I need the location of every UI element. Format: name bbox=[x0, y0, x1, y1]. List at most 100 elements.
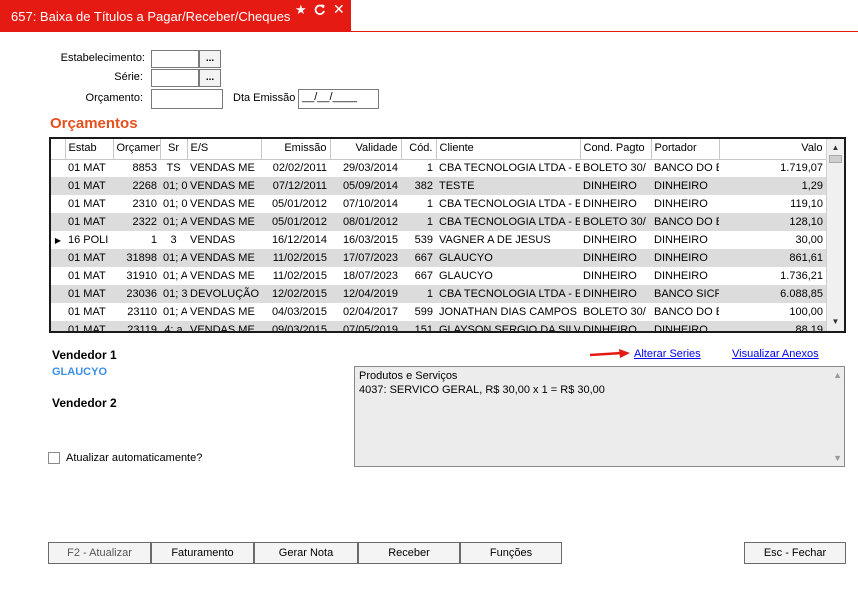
grid-cell-cliente: VAGNER A DE JESUS bbox=[439, 233, 551, 246]
grid-header-valor[interactable]: Valo bbox=[719, 139, 826, 160]
grid-cell-valor: 128,10 bbox=[719, 213, 826, 231]
grid-cell-cond-pagto: DINHEIRO bbox=[580, 177, 651, 195]
grid-header-sr[interactable]: Sr bbox=[160, 139, 188, 160]
grid-cell-estab: 01 MAT bbox=[65, 213, 113, 231]
grid-cell-valor: 6.088,85 bbox=[719, 285, 826, 303]
grid-cell-cond-pagto: DINHEIRO bbox=[580, 285, 651, 303]
faturamento-button[interactable]: Faturamento bbox=[151, 542, 254, 564]
grid-cell-portador: BANCO DO B bbox=[654, 305, 719, 318]
scroll-thumb[interactable] bbox=[829, 155, 842, 163]
grid-cell-emissao: 02/02/2011 bbox=[272, 161, 327, 174]
grid-cell-cod: 539 bbox=[414, 233, 433, 246]
serie-input[interactable] bbox=[151, 69, 199, 87]
grid-header-portador[interactable]: Portador bbox=[651, 139, 720, 160]
grid-cell-valor: 1.736,21 bbox=[780, 269, 823, 282]
grid-cell-valor: 30,00 bbox=[795, 233, 823, 246]
grid-vertical-scrollbar[interactable]: ▲ ▼ bbox=[826, 139, 844, 331]
row-indicator bbox=[51, 159, 65, 177]
grid-cell-valor: 88,19 bbox=[719, 321, 826, 331]
grid-cell-sr: 01; A bbox=[160, 213, 187, 231]
star-icon[interactable]: ★ bbox=[295, 3, 307, 16]
atualizar-checkbox[interactable] bbox=[48, 452, 60, 464]
esc-fechar-button[interactable]: Esc - Fechar bbox=[744, 542, 846, 564]
grid-cell-validade: 16/03/2015 bbox=[342, 233, 398, 246]
serie-lookup-button[interactable]: ... bbox=[199, 69, 221, 87]
grid-cell-orcamento: 23036 bbox=[113, 285, 160, 303]
grid-cell-sr: 01; A bbox=[163, 269, 187, 282]
grid-cell-cond-pagto: BOLETO 30/ bbox=[583, 161, 646, 174]
row-indicator bbox=[51, 285, 65, 303]
table-row[interactable]: 01 MAT 31898 01; A VENDAS ME 11/02/2015 17/07… bbox=[51, 249, 826, 267]
grid-cell-validade: 08/01/2012 bbox=[330, 213, 401, 231]
f2-atualizar-button[interactable]: F2 - Atualizar bbox=[48, 542, 151, 564]
table-row[interactable]: 01 MAT 2310 01; 0 VENDAS ME 05/01/2012 07/10/… bbox=[51, 195, 826, 213]
table-row[interactable]: 01 MAT 2322 01; A VENDAS ME 05/01/2012 08/01/… bbox=[51, 213, 826, 231]
window-title-bar: 657: Baixa de Títulos a Pagar/Receber/Ch… bbox=[0, 0, 351, 32]
memo-scroll-up-icon[interactable]: ▲ bbox=[833, 370, 842, 380]
grid-header-estab[interactable]: Estab bbox=[65, 139, 114, 160]
grid-cell-orcamento: 23110 bbox=[127, 305, 157, 318]
grid-cell-orcamento: 1 bbox=[150, 233, 157, 246]
grid-header-indicator bbox=[51, 139, 66, 160]
grid-cell-emissao: 05/01/2012 bbox=[261, 213, 330, 231]
table-row[interactable]: ▶ 16 POLI 1 3 VENDAS 16/12/2014 16/03/2015 539 V… bbox=[51, 231, 826, 249]
grid-header-cod[interactable]: Cód. bbox=[401, 139, 437, 160]
grid-header-validade[interactable]: Validade bbox=[330, 139, 402, 160]
visualizar-anexos-link[interactable]: Visualizar Anexos bbox=[732, 348, 819, 360]
gerar-nota-button[interactable]: Gerar Nota bbox=[254, 542, 358, 564]
table-row[interactable]: 01 MAT 8853 TS VENDAS ME 02/02/2011 29/03/201… bbox=[51, 159, 826, 177]
receber-button[interactable]: Receber bbox=[358, 542, 460, 564]
grid-header-cliente[interactable]: Cliente bbox=[436, 139, 581, 160]
row-indicator bbox=[51, 303, 65, 321]
current-row-indicator-icon: ▶ bbox=[54, 235, 62, 245]
table-row[interactable]: 01 MAT 23110 01; A VENDAS ME 04/03/2015 02/04… bbox=[51, 303, 826, 321]
dta-emissao-input[interactable]: __/__/____ bbox=[298, 89, 379, 109]
close-icon[interactable]: ✕ bbox=[333, 2, 345, 16]
grid-cell-cod: 667 bbox=[401, 249, 436, 267]
table-row[interactable]: 01 MAT 31910 01; A VENDAS ME 11/02/2015 18/07… bbox=[51, 267, 826, 285]
grid-cell-es: VENDAS ME bbox=[187, 213, 261, 231]
refresh-icon[interactable] bbox=[313, 3, 326, 18]
grid-cell-emissao: 09/03/2015 bbox=[261, 321, 330, 331]
grid-cell-portador: DINHEIRO bbox=[654, 233, 708, 246]
table-row[interactable]: 01 MAT 23036 01; 3 DEVOLUÇÃO 12/02/2015 12/04… bbox=[51, 285, 826, 303]
grid-header-cond-pagto[interactable]: Cond. Pagto bbox=[580, 139, 652, 160]
grid-header-orcamento[interactable]: Orçamen bbox=[113, 139, 161, 160]
alterar-series-link[interactable]: Alterar Series bbox=[634, 348, 701, 360]
funcoes-button[interactable]: Funções bbox=[460, 542, 562, 564]
orcamento-label: Orçamento: bbox=[85, 92, 143, 104]
grid-cell-cod: 599 bbox=[414, 305, 433, 318]
grid-cell-validade: 18/07/2023 bbox=[342, 269, 398, 282]
grid-cell-es: VENDAS ME bbox=[190, 269, 255, 282]
estabelecimento-label: Estabelecimento: bbox=[60, 52, 145, 64]
grid-cell-portador: DINHEIRO bbox=[651, 177, 719, 195]
grid-cell-estab: 01 MAT bbox=[65, 321, 113, 331]
estabelecimento-input[interactable] bbox=[151, 50, 199, 68]
grid-cell-emissao: 07/12/2011 bbox=[261, 177, 330, 195]
memo-scroll-down-icon[interactable]: ▼ bbox=[833, 453, 842, 463]
grid-cell-portador: BANCO SICR bbox=[651, 285, 719, 303]
estabelecimento-lookup-button[interactable]: ... bbox=[199, 50, 221, 68]
grid-cell-cond-pagto: DINHEIRO bbox=[583, 233, 637, 246]
table-row[interactable]: 01 MAT 2268 01; 0 VENDAS ME 07/12/2011 05/09/… bbox=[51, 177, 826, 195]
grid-cell-emissao: 12/02/2015 bbox=[261, 285, 330, 303]
grid-cell-cod: 151 bbox=[401, 321, 436, 331]
grid-cell-emissao: 11/02/2015 bbox=[261, 249, 330, 267]
grid-cell-estab: 01 MAT bbox=[68, 305, 106, 318]
scroll-down-icon[interactable]: ▼ bbox=[827, 315, 844, 329]
grid-cell-cond-pagto: DINHEIRO bbox=[583, 269, 637, 282]
grid-cell-cod: 1 bbox=[426, 197, 433, 210]
produtos-servicos-memo[interactable]: Produtos e Serviços 4037: SERVICO GERAL,… bbox=[354, 366, 845, 467]
table-row[interactable]: 01 MAT 23119 4; a VENDAS ME 09/03/2015 07/05/… bbox=[51, 321, 826, 331]
grid-cell-sr: 01; A bbox=[160, 249, 187, 267]
grid-cell-cond-pagto: BOLETO 30/ bbox=[580, 213, 651, 231]
grid-cell-sr: 01; A bbox=[163, 305, 187, 318]
grid-cell-cond-pagto: DINHEIRO bbox=[580, 249, 651, 267]
orcamento-input[interactable] bbox=[151, 89, 223, 109]
grid-cell-sr: 01; 3 bbox=[160, 285, 187, 303]
row-indicator bbox=[51, 177, 65, 195]
scroll-up-icon[interactable]: ▲ bbox=[827, 141, 844, 155]
grid-header-emissao[interactable]: Emissão bbox=[261, 139, 331, 160]
orcamentos-grid[interactable]: Estab Orçamen Sr E/S Emissão Validade Có… bbox=[49, 137, 846, 333]
grid-header-es[interactable]: E/S bbox=[187, 139, 262, 160]
